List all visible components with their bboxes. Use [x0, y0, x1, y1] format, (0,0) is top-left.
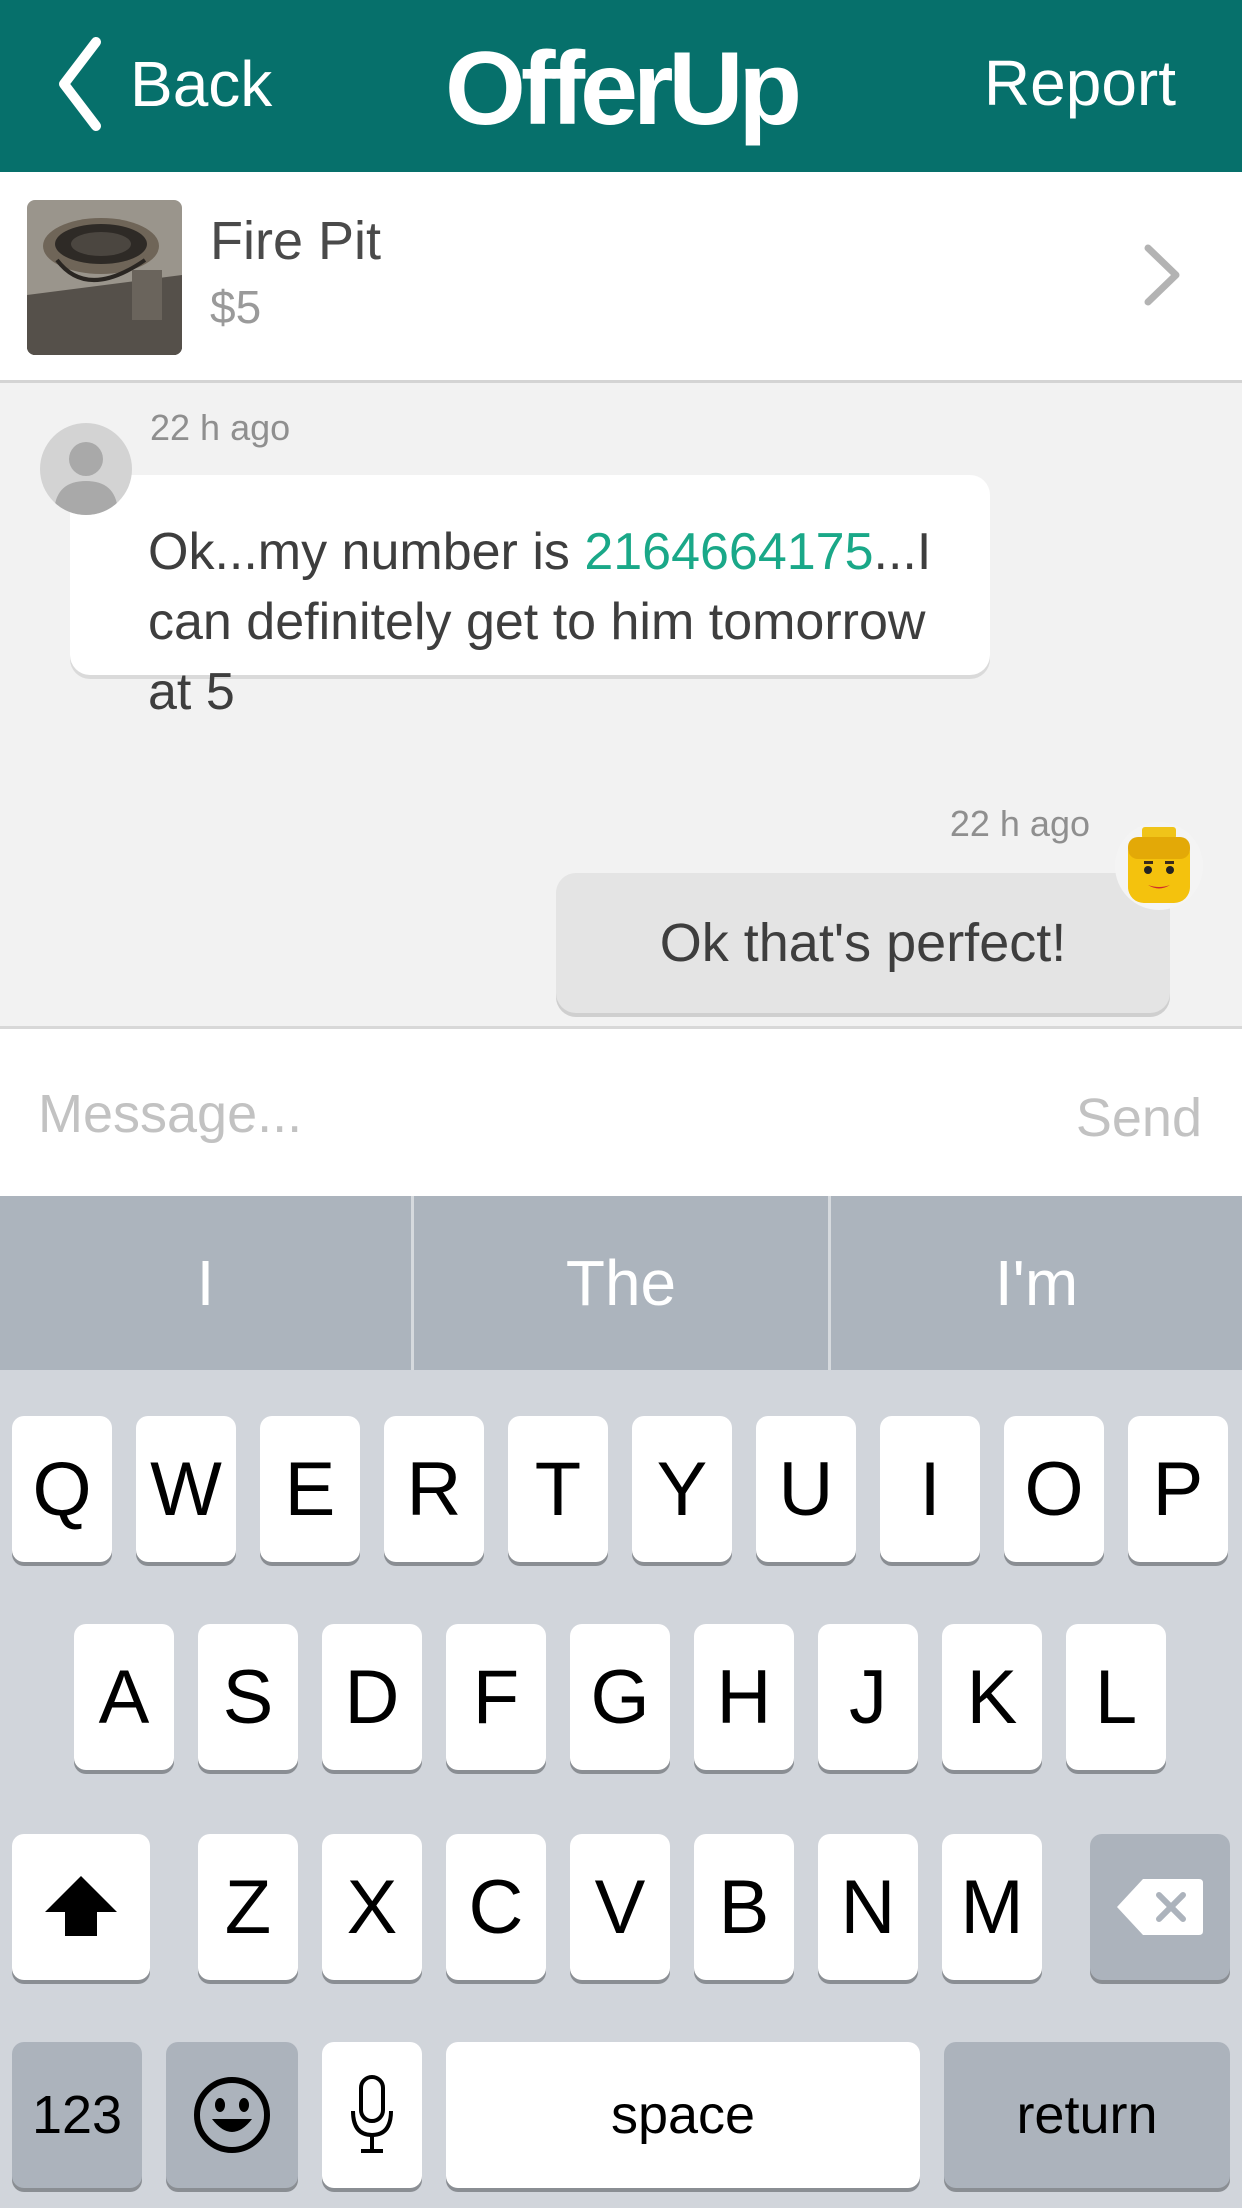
item-summary[interactable]: Fire Pit $5 [0, 172, 1242, 383]
report-button[interactable]: Report [984, 46, 1176, 120]
key-s[interactable]: S [198, 1624, 298, 1770]
dictation-key[interactable] [322, 2042, 422, 2188]
key-k[interactable]: K [942, 1624, 1042, 1770]
key-m[interactable]: M [942, 1834, 1042, 1980]
key-u[interactable]: U [756, 1416, 856, 1562]
suggestion-item[interactable]: I'm [831, 1196, 1242, 1370]
message-timestamp: 22 h ago [150, 407, 291, 448]
backspace-icon [1117, 1879, 1203, 1935]
key-e[interactable]: E [260, 1416, 360, 1562]
send-button[interactable]: Send [1076, 1087, 1202, 1149]
key-q[interactable]: Q [12, 1416, 112, 1562]
chat-thread[interactable]: 22 h ago Ok...my number is 2164664175...… [0, 383, 1242, 1026]
key-j[interactable]: J [818, 1624, 918, 1770]
message-composer: Send [0, 1026, 1242, 1199]
key-f[interactable]: F [446, 1624, 546, 1770]
key-g[interactable]: G [570, 1624, 670, 1770]
key-b[interactable]: B [694, 1834, 794, 1980]
app-header: Back OfferUp Report [0, 0, 1242, 172]
key-x[interactable]: X [322, 1834, 422, 1980]
return-key[interactable]: return [944, 2042, 1230, 2188]
key-d[interactable]: D [322, 1624, 422, 1770]
emoji-key[interactable] [166, 2042, 298, 2188]
message-text: Ok...my number is 2164664175...I can def… [148, 517, 968, 727]
chevron-right-icon [1144, 244, 1180, 306]
key-i[interactable]: I [880, 1416, 980, 1562]
user-silhouette-icon [54, 442, 118, 515]
sender-avatar[interactable] [40, 423, 132, 515]
keyboard: I The I'm Q W E R T Y U I O P A S D F G … [0, 1196, 1242, 2208]
key-z[interactable]: Z [198, 1834, 298, 1980]
key-c[interactable]: C [446, 1834, 546, 1980]
suggestion-bar: I The I'm [0, 1196, 1242, 1370]
suggestion-item[interactable]: The [414, 1196, 828, 1370]
user-avatar[interactable] [1114, 821, 1204, 911]
key-h[interactable]: H [694, 1624, 794, 1770]
phone-number-link[interactable]: 2164664175 [584, 523, 873, 581]
suggestion-item[interactable]: I [0, 1196, 411, 1370]
numbers-key[interactable]: 123 [12, 2042, 142, 2188]
microphone-icon [351, 2075, 393, 2153]
key-l[interactable]: L [1066, 1624, 1166, 1770]
message-bubble-received: Ok...my number is 2164664175...I can def… [70, 475, 990, 721]
message-bubble-sent: Ok that's perfect! [556, 873, 1170, 1013]
key-a[interactable]: A [74, 1624, 174, 1770]
key-y[interactable]: Y [632, 1416, 732, 1562]
item-title: Fire Pit [210, 211, 382, 271]
key-t[interactable]: T [508, 1416, 608, 1562]
shift-key[interactable] [12, 1834, 150, 1980]
key-n[interactable]: N [818, 1834, 918, 1980]
item-price: $5 [210, 281, 262, 333]
key-p[interactable]: P [1128, 1416, 1228, 1562]
message-text: Ok that's perfect! [659, 913, 1067, 973]
key-w[interactable]: W [136, 1416, 236, 1562]
key-o[interactable]: O [1004, 1416, 1104, 1562]
shift-arrow-icon [45, 1876, 117, 1936]
message-input[interactable] [38, 1079, 938, 1149]
space-key[interactable]: space [446, 2042, 920, 2188]
delete-key[interactable] [1090, 1834, 1230, 1980]
key-v[interactable]: V [570, 1834, 670, 1980]
message-text-part: Ok...my number is [148, 523, 585, 581]
item-thumbnail [27, 200, 182, 355]
message-timestamp: 22 h ago [949, 803, 1090, 844]
key-r[interactable]: R [384, 1416, 484, 1562]
emoji-icon [194, 2077, 270, 2153]
